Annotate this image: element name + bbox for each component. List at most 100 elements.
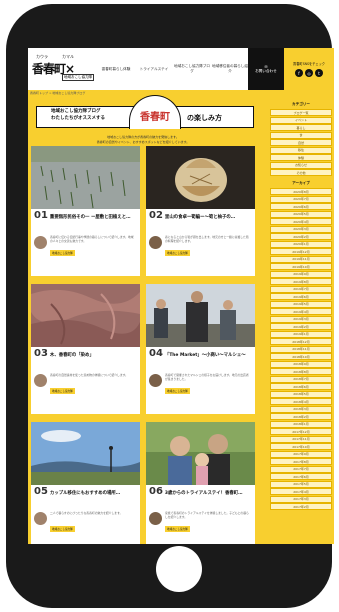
post-card[interactable]: 04 「The Market」〜小商い〜マルシェ〜 香春町で開催されたマルシェの様… xyxy=(146,284,255,414)
facebook-icon[interactable]: f xyxy=(295,69,303,77)
sidebar-archive-item[interactable]: 2018年10月 xyxy=(270,353,332,360)
post-card[interactable]: 06 3歳からのトライアルステイ！香春町… 家族で香春町のトライアルステイを体験し… xyxy=(146,422,255,544)
sidebar-archive-item[interactable]: 2020年5月 xyxy=(270,210,332,218)
sidebar-archive-item[interactable]: 2019年4月 xyxy=(270,308,332,315)
sidebar-archive-item[interactable]: 2017年11月 xyxy=(270,435,332,443)
sidebar-archive-item[interactable]: 2019年2月 xyxy=(270,323,332,330)
sidebar-archive-item[interactable]: 2020年4月 xyxy=(270,218,332,225)
sidebar-archive-item[interactable]: 2017年5月 xyxy=(270,480,332,488)
post-tag[interactable]: 地域おこし協力隊 xyxy=(165,526,190,532)
sidebar-category-item[interactable]: ブログ一覧 xyxy=(270,109,332,116)
home-button[interactable] xyxy=(156,546,202,592)
sidebar-archive-item[interactable]: 2017年12月 xyxy=(270,428,332,435)
category-list: ブログ一覧 イベント 暮らし食自然 移住 体験 お知らせ その他 xyxy=(270,109,332,176)
sidebar-archive-item[interactable]: 2020年3月 xyxy=(270,225,332,233)
post-tag[interactable]: 地域おこし協力隊 xyxy=(50,526,75,532)
sidebar-archive-item[interactable]: 2020年7月 xyxy=(270,195,332,203)
sidebar-archive-item[interactable]: 2018年9月 xyxy=(270,360,332,368)
sidebar-category-item[interactable]: 食 xyxy=(270,131,332,139)
post-title[interactable]: 05 カップル移住にもおすすめの場所… xyxy=(34,487,138,497)
sidebar-archive-item[interactable]: 2018年6月 xyxy=(270,383,332,390)
nav-item-life[interactable]: 香春町暮らし体験 xyxy=(98,48,134,90)
sidebar-archive-item[interactable]: 2019年6月 xyxy=(270,293,332,300)
post-tag[interactable]: 地域おこし協力隊 xyxy=(50,388,75,394)
sidebar-archive-item[interactable]: 2018年2月 xyxy=(270,413,332,420)
sidebar-archive-item[interactable]: 2019年8月 xyxy=(270,278,332,285)
post-title-text: 重要無形民俗その一 ー屋敷と田植えと… xyxy=(49,215,131,220)
twitter-icon[interactable]: t xyxy=(315,69,323,77)
post-image-dyed-fabric[interactable] xyxy=(31,284,140,347)
archive-heading: アーカイブ xyxy=(292,181,310,185)
sidebar-category-item[interactable]: 移住 xyxy=(270,146,332,154)
sidebar-category-item[interactable]: 暮らし xyxy=(270,124,332,131)
sidebar-category-item[interactable]: イベント xyxy=(270,116,332,124)
sidebar-archive-item[interactable]: 2017年7月 xyxy=(270,465,332,473)
post-title[interactable]: 06 3歳からのトライアルステイ！香春町… xyxy=(149,486,253,497)
sidebar-archive-item[interactable]: 2020年8月 xyxy=(270,188,332,195)
sidebar-archive-item[interactable]: 2017年6月 xyxy=(270,473,332,480)
post-card[interactable]: 05 カップル移住にもおすすめの場所… 二人で暮らすのにぴったりな香春町の魅力を紹… xyxy=(31,422,140,544)
sidebar-archive-item[interactable]: 2018年4月 xyxy=(270,398,332,405)
post-number: 01 xyxy=(34,210,48,221)
instagram-icon[interactable]: ◎ xyxy=(305,69,313,77)
sns-panel: 香春町SNSをチェック f ◎ t xyxy=(284,48,334,90)
sidebar-archive-item[interactable]: 2017年2月 xyxy=(270,503,332,510)
sidebar-archive-item[interactable]: 2017年9月 xyxy=(270,450,332,458)
contact-button[interactable]: ✉ お問い合わせ xyxy=(248,48,284,90)
sidebar-archive-item[interactable]: 2019年9月 xyxy=(270,270,332,278)
sidebar-archive-item[interactable]: 2018年5月 xyxy=(270,390,332,398)
post-title[interactable]: 01 重要無形民俗その一 ー屋敷と田植えと… xyxy=(34,210,138,221)
sidebar-archive-item[interactable]: 2018年8月 xyxy=(270,368,332,375)
post-title-text: 木、香春町の「染め」 xyxy=(49,353,94,358)
breadcrumb[interactable]: 香春町トップ > 地域おこし協力隊ブログ xyxy=(30,91,85,95)
post-card[interactable]: 01 重要無形民俗その一 ー屋敷と田植えと… 香春町に伝わる伝統行事や季節の暮らし… xyxy=(31,146,140,276)
post-tag[interactable]: 地域おこし協力隊 xyxy=(50,250,75,256)
sidebar-category-item[interactable]: 自然 xyxy=(270,139,332,146)
sidebar-archive-item[interactable]: 2019年12月 xyxy=(270,248,332,255)
sns-label: 香春町SNSをチェック xyxy=(293,62,325,66)
post-image-mountain-view[interactable] xyxy=(31,422,140,485)
post-number: 02 xyxy=(149,210,163,221)
sidebar-archive-item[interactable]: 2017年3月 xyxy=(270,495,332,503)
sidebar-archive-item[interactable]: 2020年1月 xyxy=(270,240,332,248)
post-title[interactable]: 04 「The Market」〜小商い〜マルシェ〜 xyxy=(149,348,253,359)
sidebar-archive-item[interactable]: 2019年11月 xyxy=(270,255,332,263)
sidebar-archive-item[interactable]: 2020年6月 xyxy=(270,203,332,210)
post-image-market[interactable] xyxy=(146,284,255,347)
sidebar-archive-item[interactable]: 2019年1月 xyxy=(270,330,332,338)
nav-item-blog[interactable]: 地域おこし協力隊ブログ xyxy=(174,48,210,90)
sidebar-category-item[interactable]: お知らせ xyxy=(270,161,332,169)
sidebar-archive-item[interactable]: 2018年3月 xyxy=(270,405,332,413)
sidebar-archive-item[interactable]: 2018年1月 xyxy=(270,420,332,428)
contact-label: お問い合わせ xyxy=(255,68,277,73)
post-image-family[interactable] xyxy=(146,422,255,485)
post-image-rice-field[interactable] xyxy=(31,146,140,209)
post-number: 06 xyxy=(149,486,163,497)
post-excerpt: 香春町の自然素材を使った染め物の体験について紹介します。 xyxy=(50,373,128,377)
post-image-bamboo-shoot[interactable] xyxy=(146,146,255,209)
sidebar-archive-item[interactable]: 2019年10月 xyxy=(270,263,332,270)
nav-item-trial[interactable]: トライアルステイ xyxy=(136,48,172,90)
sidebar-archive-item[interactable]: 2020年2月 xyxy=(270,233,332,240)
sidebar-archive-item[interactable]: 2017年10月 xyxy=(270,443,332,450)
banner-town: 香春町 xyxy=(129,95,181,129)
sidebar-category-item[interactable]: その他 xyxy=(270,169,332,176)
post-card[interactable]: 02 里山の食卓ー筍編ー〜筍と柚子の… 春になると山から筍が顔を出します。地元の方… xyxy=(146,146,255,276)
post-number: 04 xyxy=(149,348,163,359)
nav-item-settlers[interactable]: 地域移住者の暮らし紹介 xyxy=(212,48,248,90)
sidebar-archive-item[interactable]: 2019年5月 xyxy=(270,300,332,308)
site-logo[interactable]: カウラ カマル 香春町× 地域おこし協力隊 xyxy=(32,54,94,86)
sidebar-archive-item[interactable]: 2019年3月 xyxy=(270,315,332,323)
post-title[interactable]: 02 里山の食卓ー筍編ー〜筍と柚子の… xyxy=(149,210,253,221)
sidebar-archive-item[interactable]: 2018年12月 xyxy=(270,338,332,345)
sidebar-archive-item[interactable]: 2018年11月 xyxy=(270,345,332,353)
sidebar-archive-item[interactable]: 2019年7月 xyxy=(270,285,332,293)
sidebar-archive-item[interactable]: 2017年4月 xyxy=(270,488,332,495)
sidebar-category-item[interactable]: 体験 xyxy=(270,154,332,161)
post-title[interactable]: 03 木、香春町の「染め」 xyxy=(34,349,138,359)
sidebar-archive-item[interactable]: 2018年7月 xyxy=(270,375,332,383)
sidebar-archive-item[interactable]: 2017年8月 xyxy=(270,458,332,465)
post-tag[interactable]: 地域おこし協力隊 xyxy=(165,388,190,394)
post-card[interactable]: 03 木、香春町の「染め」 香春町の自然素材を使った染め物の体験について紹介します… xyxy=(31,284,140,414)
post-tag[interactable]: 地域おこし協力隊 xyxy=(165,250,190,256)
